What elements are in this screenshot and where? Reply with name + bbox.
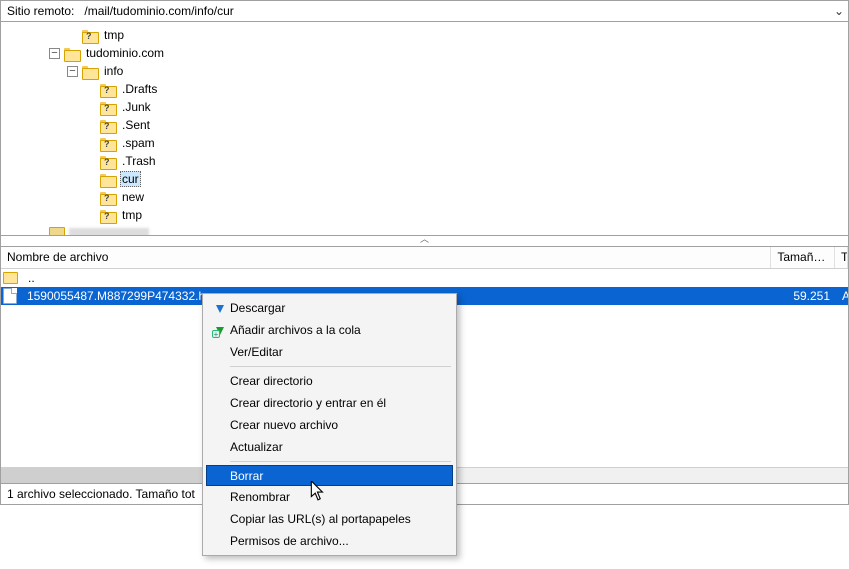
menu-refresh[interactable]: Actualizar xyxy=(206,436,453,458)
menu-view-edit-label: Ver/Editar xyxy=(230,345,283,359)
tree-node-label: .Trash xyxy=(120,154,158,168)
menu-perms[interactable]: Permisos de archivo... xyxy=(206,530,453,552)
tree-node[interactable]: − info xyxy=(31,62,848,80)
menu-separator xyxy=(230,366,451,367)
col-type[interactable]: Tipo de arc. xyxy=(835,247,848,268)
menu-newfile[interactable]: Crear nuevo archivo xyxy=(206,414,453,436)
menu-mkdir-label: Crear directorio xyxy=(230,374,313,388)
folder-icon xyxy=(64,47,80,60)
list-row-parent[interactable]: .. xyxy=(1,269,848,287)
folder-unknown-icon: ? xyxy=(100,209,116,222)
folder-unknown-icon: ? xyxy=(100,83,116,96)
tree-node[interactable]: ? .Trash xyxy=(31,152,848,170)
folder-unknown-icon: ? xyxy=(100,137,116,150)
tree-node[interactable]: cur xyxy=(31,170,848,188)
tree-node[interactable]: − tudominio.com xyxy=(31,44,848,62)
menu-view-edit[interactable]: Ver/Editar xyxy=(206,341,453,363)
folder-unknown-icon: ? xyxy=(100,155,116,168)
tree-node[interactable]: ? tmp xyxy=(31,26,848,44)
folder-unknown-icon: ? xyxy=(100,101,116,114)
menu-mkdir-enter-label: Crear directorio y entrar en él xyxy=(230,396,386,410)
tree-node-label: .Sent xyxy=(120,118,152,132)
tree-toggle xyxy=(85,210,96,221)
tree-node[interactable]: ? tmp xyxy=(31,206,848,224)
tree-node-label: cur xyxy=(120,171,141,187)
menu-newfile-label: Crear nuevo archivo xyxy=(230,418,338,432)
tree-toggle xyxy=(85,102,96,113)
tree-node-label: .Junk xyxy=(120,100,153,114)
folder-icon xyxy=(82,65,98,78)
menu-perms-label: Permisos de archivo... xyxy=(230,534,349,548)
chevron-down-icon[interactable]: ⌄ xyxy=(830,4,848,18)
tree-toggle xyxy=(67,30,78,41)
tree-toggle xyxy=(85,138,96,149)
menu-download[interactable]: Descargar xyxy=(206,297,453,319)
tree-node-obscured xyxy=(31,224,848,236)
remote-path-label: Sitio remoto: xyxy=(1,4,80,18)
menu-add-queue[interactable]: + Añadir archivos a la cola xyxy=(206,319,453,341)
menu-delete[interactable]: Borrar xyxy=(206,465,453,486)
tree-node-label: tmp xyxy=(102,28,126,42)
tree-node[interactable]: ? new xyxy=(31,188,848,206)
pane-splitter[interactable]: ︿ xyxy=(0,236,849,246)
tree-node[interactable]: ? .Junk xyxy=(31,98,848,116)
file-type-cell: Archivo O... xyxy=(836,289,848,303)
tree-node[interactable]: ? .spam xyxy=(31,134,848,152)
file-name-cell: .. xyxy=(22,271,772,285)
context-menu: Descargar + Añadir archivos a la cola Ve… xyxy=(202,293,457,556)
tree-toggle[interactable]: − xyxy=(67,66,78,77)
menu-add-queue-label: Añadir archivos a la cola xyxy=(230,323,361,337)
folder-icon xyxy=(3,272,18,284)
menu-rename[interactable]: Renombrar xyxy=(206,486,453,508)
menu-copy-url-label: Copiar las URL(s) al portapapeles xyxy=(230,512,411,526)
tree-node-label: tmp xyxy=(120,208,144,222)
menu-delete-label: Borrar xyxy=(230,469,263,483)
tree-node[interactable]: ? .Sent xyxy=(31,116,848,134)
remote-path-input[interactable] xyxy=(80,1,830,21)
tree-node-label: .Drafts xyxy=(120,82,159,96)
file-size-cell: 59.251 xyxy=(772,289,836,303)
tree-toggle xyxy=(85,174,96,185)
menu-download-label: Descargar xyxy=(230,301,285,315)
tree-toggle xyxy=(85,156,96,167)
menu-mkdir-enter[interactable]: Crear directorio y entrar en él xyxy=(206,392,453,414)
folder-icon xyxy=(100,173,116,186)
col-size[interactable]: Tamaño d... xyxy=(771,247,835,268)
folder-unknown-icon: ? xyxy=(82,29,98,42)
tree-node[interactable]: ? .Drafts xyxy=(31,80,848,98)
tree-node-label: new xyxy=(120,190,146,204)
menu-refresh-label: Actualizar xyxy=(230,440,283,454)
menu-mkdir[interactable]: Crear directorio xyxy=(206,370,453,392)
folder-unknown-icon: ? xyxy=(100,191,116,204)
tree-toggle xyxy=(85,192,96,203)
tree-node-label: info xyxy=(102,64,125,78)
add-queue-icon: + xyxy=(210,322,226,338)
menu-separator xyxy=(230,461,451,462)
col-name[interactable]: Nombre de archivo xyxy=(1,247,771,268)
tree-toggle xyxy=(85,120,96,131)
tree-node-label: tudominio.com xyxy=(84,46,166,60)
menu-copy-url[interactable]: Copiar las URL(s) al portapapeles xyxy=(206,508,453,530)
menu-rename-label: Renombrar xyxy=(230,490,290,504)
download-icon xyxy=(210,300,226,316)
file-list-header: Nombre de archivo Tamaño d... Tipo de ar… xyxy=(1,247,848,269)
remote-tree[interactable]: ?tmp−tudominio.com−info?.Drafts?.Junk?.S… xyxy=(0,22,849,236)
remote-path-bar: Sitio remoto: ⌄ xyxy=(0,0,849,22)
cursor-icon xyxy=(310,481,326,504)
tree-node-label: .spam xyxy=(120,136,157,150)
folder-unknown-icon: ? xyxy=(100,119,116,132)
file-icon xyxy=(3,288,17,304)
tree-toggle[interactable]: − xyxy=(49,48,60,59)
tree-toggle xyxy=(85,84,96,95)
